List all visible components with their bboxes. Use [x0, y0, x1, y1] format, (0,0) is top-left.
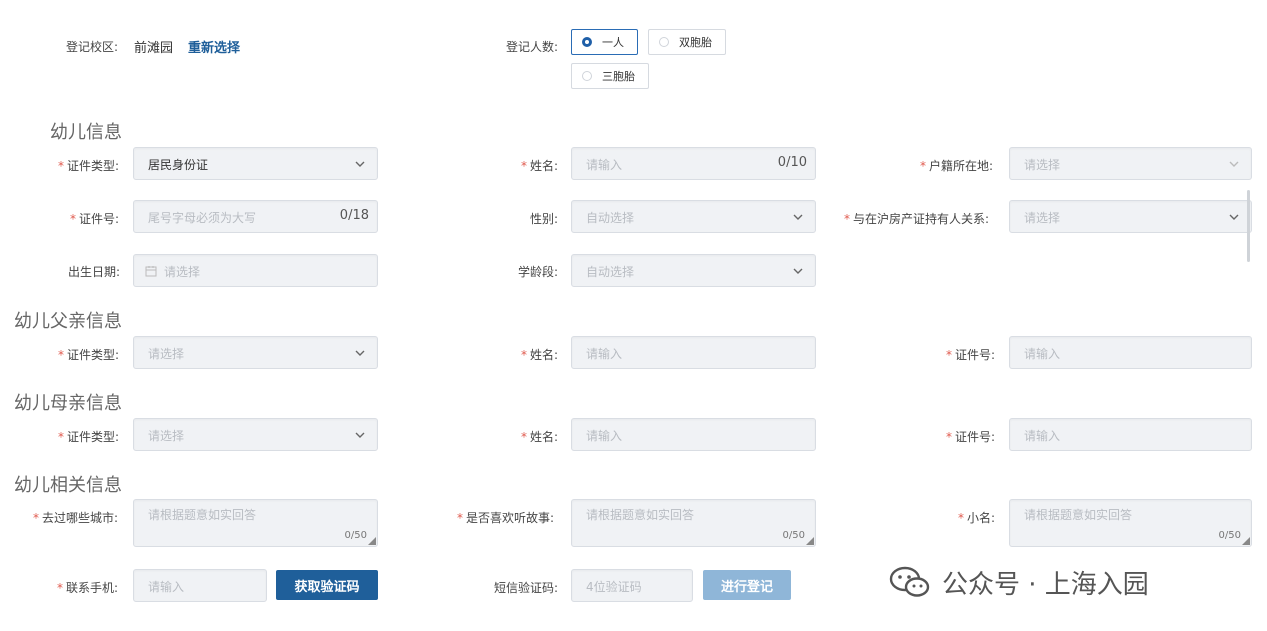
campus-value: 前滩园 [134, 41, 174, 56]
cities-count: 0/50 [344, 530, 367, 541]
child-relation-select[interactable]: 请选择 [1009, 200, 1252, 233]
child-section-title: 幼儿信息 [50, 122, 122, 143]
mother-name-input[interactable]: 请输入 [571, 418, 816, 451]
child-gender-select[interactable]: 自动选择 [571, 200, 816, 233]
child-name-input[interactable]: 请输入 0/10 [571, 147, 816, 180]
radio-icon [582, 71, 592, 81]
child-name-label: * 姓名: [521, 159, 559, 173]
resize-grip-icon[interactable] [1242, 537, 1250, 545]
child-age-label: 学龄段: [518, 265, 559, 279]
calendar-icon [145, 266, 157, 277]
radio-icon [659, 37, 669, 47]
child-gender-label: 性别: [530, 212, 559, 226]
campus-label: 登记校区: [66, 40, 119, 54]
father-id-type-select[interactable]: 请选择 [133, 336, 378, 369]
radio-one-label: 一人 [602, 36, 624, 49]
story-count: 0/50 [782, 530, 805, 541]
wechat-icon [889, 566, 930, 597]
child-id-no-label: * 证件号: [70, 212, 120, 226]
mother-section-title: 幼儿母亲信息 [14, 393, 122, 414]
resize-grip-icon[interactable] [806, 537, 814, 545]
phone-input[interactable]: 请输入 [133, 569, 267, 602]
child-name-count: 0/10 [777, 155, 807, 170]
chevron-down-icon [793, 268, 803, 274]
radio-one[interactable]: 一人 [571, 29, 638, 55]
phone-label: * 联系手机: [57, 581, 119, 595]
chevron-down-icon [355, 161, 365, 167]
father-id-type-label: * 证件类型: [58, 348, 120, 362]
sms-label: 短信验证码: [494, 581, 559, 595]
sms-code-input[interactable]: 4位验证码 [571, 569, 693, 602]
child-id-type-label: * 证件类型: [58, 159, 120, 173]
child-household-select[interactable]: 请选择 [1009, 147, 1252, 180]
scrollbar[interactable] [1247, 190, 1250, 262]
submit-register-button[interactable]: 进行登记 [703, 570, 791, 600]
mother-id-type-select[interactable]: 请选择 [133, 418, 378, 451]
nickname-count: 0/50 [1218, 530, 1241, 541]
chevron-down-icon [355, 432, 365, 438]
radio-triplets-label: 三胞胎 [602, 70, 635, 83]
nickname-label: * 小名: [958, 511, 996, 525]
father-name-input[interactable]: 请输入 [571, 336, 816, 369]
mother-id-no-label: * 证件号: [946, 430, 996, 444]
child-birth-picker[interactable]: 请选择 [133, 254, 378, 287]
watermark: 公众号 · 上海入园 [888, 562, 1149, 602]
father-id-no-input[interactable]: 请输入 [1009, 336, 1252, 369]
reselect-link[interactable]: 重新选择 [188, 37, 240, 56]
child-household-label: * 户籍所在地: [920, 159, 994, 173]
father-section-title: 幼儿父亲信息 [14, 311, 122, 332]
watermark-text: 公众号 · 上海入园 [942, 569, 1149, 600]
cities-textarea[interactable]: 请根据题意如实回答 0/50 [133, 499, 378, 547]
radio-twins[interactable]: 双胞胎 [648, 29, 726, 55]
get-code-button[interactable]: 获取验证码 [276, 570, 378, 600]
nickname-textarea[interactable]: 请根据题意如实回答 0/50 [1009, 499, 1252, 547]
resize-grip-icon[interactable] [368, 537, 376, 545]
child-relation-label: * 与在沪房产证持有人关系: [844, 212, 990, 226]
chevron-down-icon [1229, 161, 1239, 167]
child-age-select[interactable]: 自动选择 [571, 254, 816, 287]
story-textarea[interactable]: 请根据题意如实回答 0/50 [571, 499, 816, 547]
chevron-down-icon [793, 214, 803, 220]
chevron-down-icon [1229, 214, 1239, 220]
father-name-label: * 姓名: [521, 348, 559, 362]
story-label: * 是否喜欢听故事: [457, 511, 555, 525]
chevron-down-icon [355, 350, 365, 356]
child-id-type-value: 居民身份证 [148, 158, 209, 172]
mother-name-label: * 姓名: [521, 430, 559, 444]
child-birth-label: 出生日期: [68, 265, 121, 279]
radio-triplets[interactable]: 三胞胎 [571, 63, 649, 89]
child-id-no-count: 0/18 [339, 208, 369, 223]
radio-icon [582, 37, 592, 47]
mother-id-type-label: * 证件类型: [58, 430, 120, 444]
radio-twins-label: 双胞胎 [679, 36, 712, 49]
father-id-no-label: * 证件号: [946, 348, 996, 362]
cities-label: * 去过哪些城市: [33, 511, 119, 525]
child-id-type-select[interactable]: 居民身份证 [133, 147, 378, 180]
mother-id-no-input[interactable]: 请输入 [1009, 418, 1252, 451]
count-label: 登记人数: [506, 40, 559, 54]
child-id-no-input[interactable]: 尾号字母必须为大写 0/18 [133, 200, 378, 233]
related-section-title: 幼儿相关信息 [14, 475, 122, 496]
